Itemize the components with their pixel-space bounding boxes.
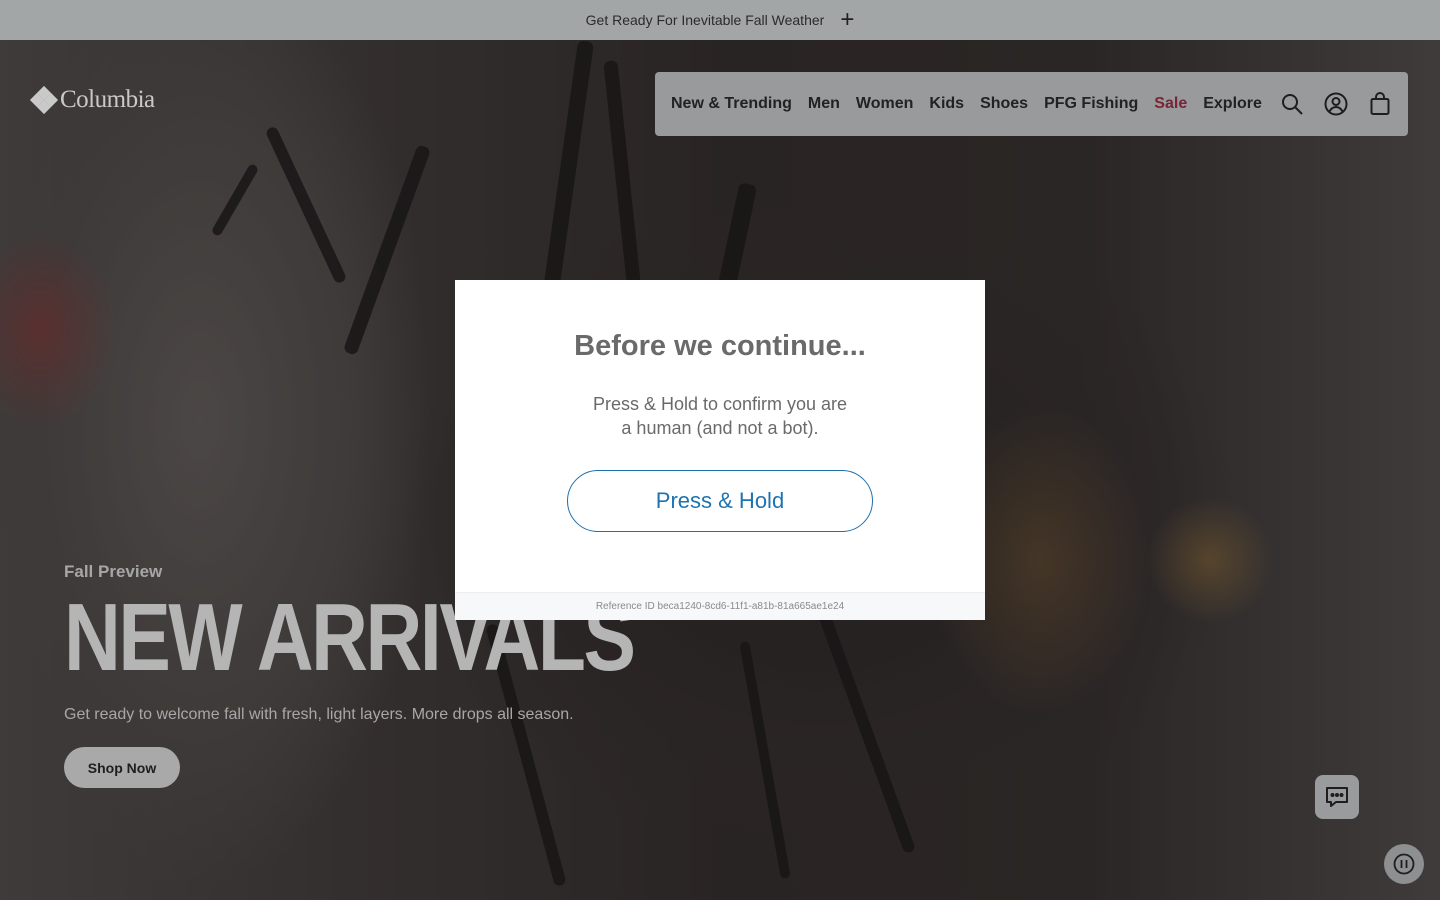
- modal-message: Press & Hold to confirm you are a human …: [455, 392, 985, 440]
- nav-item-kids[interactable]: Kids: [929, 95, 964, 113]
- nav-item-explore[interactable]: Explore: [1203, 95, 1262, 113]
- nav-item-women[interactable]: Women: [856, 95, 913, 113]
- chat-icon: [1326, 787, 1348, 807]
- search-icon[interactable]: [1280, 92, 1304, 116]
- promo-bar: Get Ready For Inevitable Fall Weather +: [0, 0, 1440, 40]
- plus-icon[interactable]: +: [840, 8, 854, 32]
- nav-item-pfg-fishing[interactable]: PFG Fishing: [1044, 95, 1138, 113]
- bot-check-modal: Before we continue... Press & Hold to co…: [455, 280, 985, 620]
- press-and-hold-button[interactable]: Press & Hold: [567, 470, 873, 532]
- pause-icon: [1393, 853, 1415, 875]
- columbia-diamond-logo-icon: [29, 85, 59, 115]
- shopping-bag-icon[interactable]: [1368, 92, 1392, 116]
- modal-message-line-2: a human (and not a bot).: [621, 418, 819, 438]
- main-nav: New & Trending Men Women Kids Shoes PFG …: [655, 72, 1408, 136]
- nav-item-shoes[interactable]: Shoes: [980, 95, 1028, 113]
- brand-name: Columbia: [60, 86, 155, 113]
- shop-now-button[interactable]: Shop Now: [64, 747, 180, 788]
- reference-id: Reference ID beca1240-8cd6-11f1-a81b-81a…: [455, 592, 985, 620]
- chat-button[interactable]: [1315, 775, 1359, 819]
- nav-item-new-trending[interactable]: New & Trending: [671, 95, 792, 113]
- modal-title: Before we continue...: [574, 330, 866, 362]
- account-icon[interactable]: [1324, 92, 1348, 116]
- pause-video-button[interactable]: [1384, 844, 1424, 884]
- nav-item-men[interactable]: Men: [808, 95, 840, 113]
- hero-subtitle: Get ready to welcome fall with fresh, li…: [64, 706, 574, 723]
- modal-message-line-1: Press & Hold to confirm you are: [592, 394, 848, 414]
- brand-logo[interactable]: Columbia: [29, 85, 155, 115]
- nav-item-sale[interactable]: Sale: [1154, 95, 1187, 113]
- promo-text[interactable]: Get Ready For Inevitable Fall Weather: [586, 12, 825, 28]
